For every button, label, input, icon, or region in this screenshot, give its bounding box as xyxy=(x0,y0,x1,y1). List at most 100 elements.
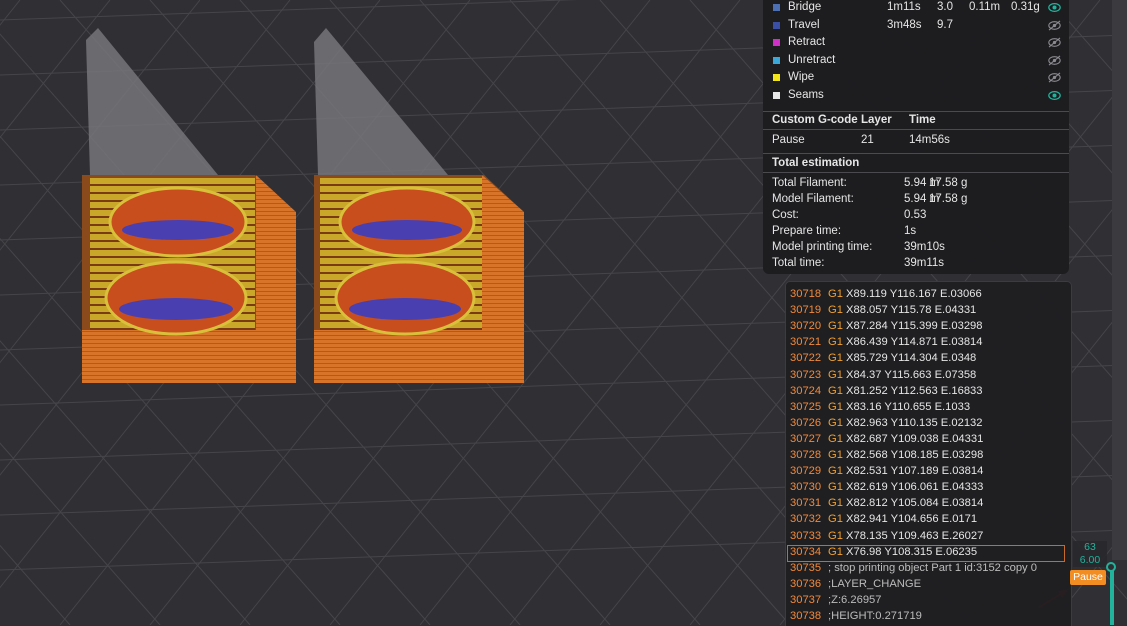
legend-item-retract[interactable]: Retract xyxy=(772,36,1064,53)
eye-hidden-icon[interactable] xyxy=(1048,37,1061,48)
gcode-line[interactable]: 30730 G1 X82.619 Y106.061 E.04333 xyxy=(790,481,983,496)
layer-height: 6.00 xyxy=(1079,554,1101,566)
gcode-line[interactable]: 30733 G1 X78.135 Y109.463 E.26027 xyxy=(790,530,983,545)
gcode-line[interactable]: 30736 ;LAYER_CHANGE xyxy=(790,578,921,593)
gcode-args: X78.135 Y109.463 E.26027 xyxy=(846,529,984,542)
gcode-line[interactable]: 30729 G1 X82.531 Y107.189 E.03814 xyxy=(790,465,983,480)
layer-slider-track[interactable] xyxy=(1110,567,1114,625)
divider xyxy=(763,111,1069,112)
custom-gcode-name: Pause xyxy=(772,134,805,146)
gcode-line[interactable]: 30723 G1 X84.37 Y115.663 E.07358 xyxy=(790,369,976,384)
gcode-command: G1 xyxy=(828,529,843,542)
gcode-line-number: 30723 xyxy=(790,368,822,381)
legend-color-swatch xyxy=(773,92,780,99)
gcode-line[interactable]: 30735 ; stop printing object Part 1 id:31… xyxy=(790,562,1037,577)
gcode-line[interactable]: 30732 G1 X82.941 Y104.656 E.0171 xyxy=(790,513,977,528)
gcode-line-number: 30719 xyxy=(790,304,822,317)
legend-color-swatch xyxy=(773,56,780,64)
gcode-line[interactable]: 30725 G1 X83.16 Y110.655 E.1033 xyxy=(790,401,970,416)
pause-marker-badge[interactable]: Pause xyxy=(1070,570,1106,585)
gcode-comment: ;HEIGHT:0.271719 xyxy=(828,610,922,622)
total-estimation-row: Cost: 0.53 xyxy=(772,209,926,221)
gcode-args: X82.568 Y108.185 E.03298 xyxy=(846,449,984,461)
legend-percent: 9.7 xyxy=(937,18,953,31)
divider xyxy=(763,153,1069,154)
layer-slider-value: 63 6.00 xyxy=(1073,541,1107,567)
divider xyxy=(763,172,1069,173)
legend-item-seams[interactable]: Seams xyxy=(772,89,1064,106)
eye-hidden-icon[interactable] xyxy=(1048,20,1061,31)
gcode-args: X82.531 Y107.189 E.03814 xyxy=(846,465,984,478)
eye-icon[interactable] xyxy=(1048,2,1061,13)
layer-header: Layer xyxy=(861,114,892,126)
gcode-args: X82.812 Y105.084 E.03814 xyxy=(846,497,984,510)
gcode-args: X84.37 Y115.663 E.07358 xyxy=(846,368,977,381)
estimation-value: 39m11s xyxy=(904,257,945,269)
custom-gcode-row[interactable]: Pause 21 14m56s xyxy=(772,134,950,146)
gcode-line[interactable]: 30721 G1 X86.439 Y114.871 E.03814 xyxy=(790,336,983,351)
gcode-line[interactable]: 30726 G1 X82.963 Y110.135 E.02132 xyxy=(790,417,983,432)
gcode-line[interactable]: 30738 ;HEIGHT:0.271719 xyxy=(790,610,922,625)
estimation-value-2: 17.58 g xyxy=(929,193,968,205)
custom-gcode-time: 14m56s xyxy=(909,134,950,146)
eye-hidden-icon[interactable] xyxy=(1048,55,1061,66)
gcode-args: X82.687 Y109.038 E.04331 xyxy=(846,432,984,445)
gcode-line[interactable]: 30728 G1 X82.568 Y108.185 E.03298 xyxy=(790,449,983,464)
estimation-value: 1s xyxy=(904,225,917,237)
gcode-line[interactable]: 30727 G1 X82.687 Y109.038 E.04331 xyxy=(790,433,983,448)
gcode-line[interactable]: 30722 G1 X85.729 Y114.304 E.0348 xyxy=(790,352,976,367)
gcode-command: G1 xyxy=(828,320,843,333)
gcode-line-number: 30728 xyxy=(790,449,822,461)
gcode-command: G1 xyxy=(828,288,843,300)
gcode-line[interactable]: 30737 ;Z:6.26957 xyxy=(790,594,882,609)
total-estimation-row: Total time: 39m11s xyxy=(772,257,944,269)
legend-label: Wipe xyxy=(788,71,815,84)
gcode-args: X89.119 Y116.167 E.03066 xyxy=(846,288,982,300)
gcode-line-number: 30735 xyxy=(790,561,822,574)
gcode-line[interactable]: 30718 G1 X89.119 Y116.167 E.03066 xyxy=(790,288,982,303)
gcode-command: G1 xyxy=(828,368,843,381)
gcode-args: X76.98 Y108.315 E.06235 xyxy=(846,545,978,558)
gcode-line[interactable]: 30731 G1 X82.812 Y105.084 E.03814 xyxy=(790,497,983,512)
legend-color-swatch xyxy=(773,21,780,29)
gcode-line[interactable]: 30720 G1 X87.284 Y115.399 E.03298 xyxy=(790,320,983,335)
gcode-line[interactable]: 30724 G1 X81.252 Y112.563 E.16833 xyxy=(790,385,983,400)
time-header: Time xyxy=(909,114,936,126)
estimation-key: Model Filament: xyxy=(772,193,854,205)
legend-used-length: 0.11m xyxy=(969,1,1001,13)
gcode-args: X83.16 Y110.655 E.1033 xyxy=(846,400,971,413)
legend-time: 1m11s xyxy=(887,1,921,13)
gcode-line-number: 30718 xyxy=(790,288,822,300)
legend-color-swatch xyxy=(773,39,780,47)
legend-time: 3m48s xyxy=(887,18,922,31)
estimation-key: Total time: xyxy=(772,257,825,269)
gcode-comment: ;LAYER_CHANGE xyxy=(828,577,922,590)
legend-item-wipe[interactable]: Wipe xyxy=(772,71,1064,88)
legend-label: Unretract xyxy=(788,53,836,66)
gcode-line-selected[interactable]: 30734 G1 X76.98 Y108.315 E.06235 xyxy=(787,544,1065,562)
gcode-args: X82.963 Y110.135 E.02132 xyxy=(846,416,983,429)
estimation-value-2: 17.58 g xyxy=(929,177,968,189)
gcode-command: G1 xyxy=(828,400,843,413)
legend-item-unretract[interactable]: Unretract xyxy=(772,54,1064,71)
eye-icon[interactable] xyxy=(1048,90,1061,101)
gcode-line-number: 30730 xyxy=(790,481,822,494)
custom-gcode-header: Custom G-code xyxy=(772,114,858,126)
legend-item-travel[interactable]: Travel 3m48s 9.7 xyxy=(772,19,1064,36)
gcode-command: G1 xyxy=(828,449,843,461)
gcode-line[interactable]: 30719 G1 X88.057 Y115.78 E.04331 xyxy=(790,304,976,319)
gcode-command: G1 xyxy=(828,304,843,317)
total-estimation-row: Model printing time: 39m10s xyxy=(772,241,945,253)
gcode-line-number: 30729 xyxy=(790,465,822,478)
layer-slider-handle[interactable] xyxy=(1106,562,1116,572)
total-estimation-row: Prepare time: 1s xyxy=(772,225,916,237)
gcode-line-number: 30724 xyxy=(790,384,822,397)
gcode-viewer[interactable]: 30718 G1 X89.119 Y116.167 E.03066 30719 G1 … xyxy=(785,281,1072,626)
estimation-value: 0.53 xyxy=(904,209,927,221)
legend-item-bridge[interactable]: Bridge 1m11s 3.0 0.11m 0.31g xyxy=(772,1,1064,18)
gcode-command: G1 xyxy=(828,513,843,526)
eye-hidden-icon[interactable] xyxy=(1048,72,1061,83)
gcode-command: G1 xyxy=(828,465,843,478)
gcode-line-number: 30727 xyxy=(790,432,822,445)
vertical-scrollbar[interactable] xyxy=(1112,0,1127,560)
